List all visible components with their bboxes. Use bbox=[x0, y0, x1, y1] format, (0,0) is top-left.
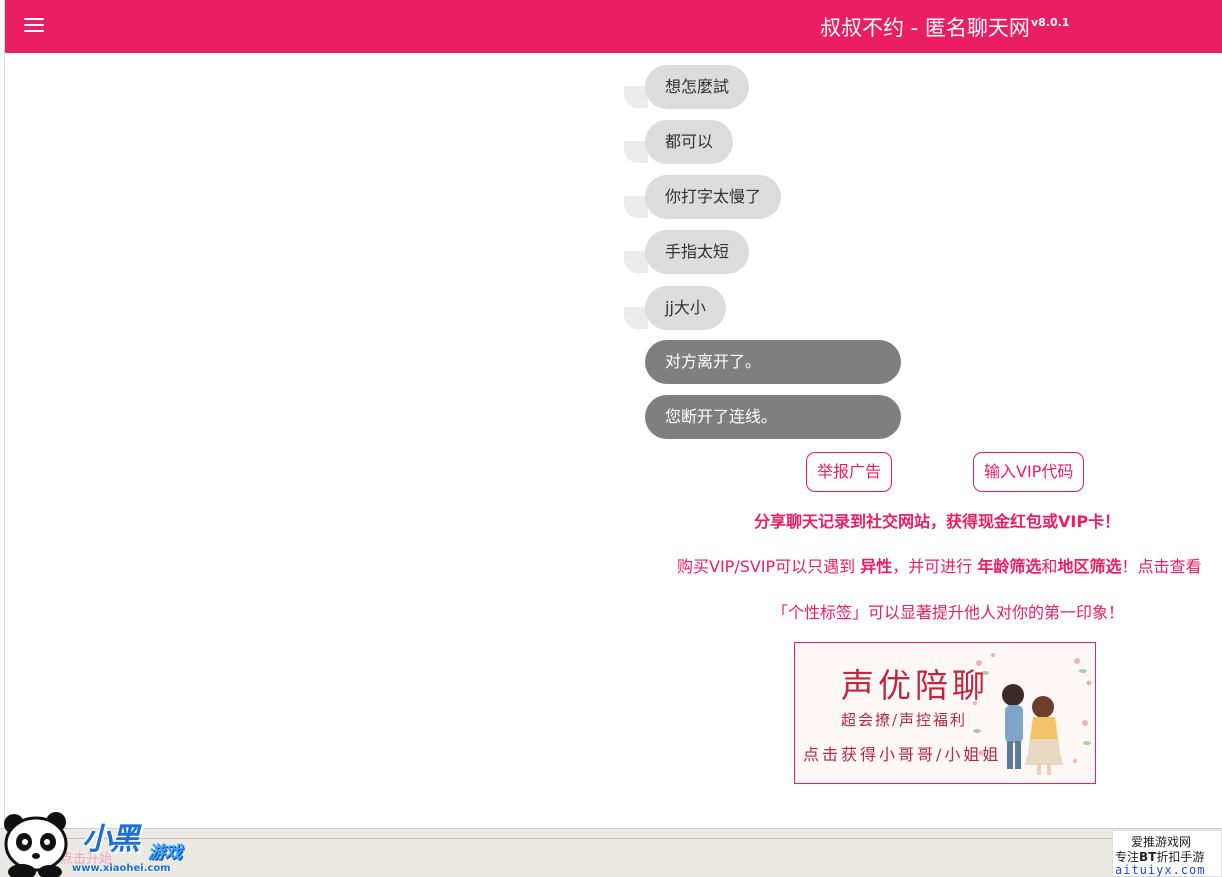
vip-promo-text: ！点击查看 bbox=[1121, 557, 1202, 576]
banner-title: 声优陪聊 bbox=[841, 666, 989, 705]
page-left-border bbox=[4, 0, 5, 877]
vip-promo-age-filter: 年龄筛选 bbox=[977, 557, 1042, 576]
version-label: v8.0.1 bbox=[1030, 16, 1070, 29]
share-promo-link[interactable]: 分享聊天记录到社交网站，获得现金红包或VIP卡！ bbox=[754, 508, 1120, 532]
system-message-partner-left: 对方离开了。 bbox=[645, 340, 901, 384]
watermark-game: 游戏 bbox=[148, 843, 182, 863]
xiaohei-watermark: 小黑 游戏 www.xiaohei.com bbox=[0, 808, 200, 877]
message-bubble: 手指太短 bbox=[645, 230, 750, 274]
watermark-url: www.xiaohei.com bbox=[72, 863, 171, 874]
message-bubble: 你打字太慢了 bbox=[645, 175, 782, 219]
top-header: 叔叔不约 - 匿名聊天网v8.0.1 bbox=[5, 0, 1222, 53]
report-ad-button[interactable]: 举报广告 bbox=[806, 452, 893, 492]
message-bubble: 想怎麼試 bbox=[645, 65, 750, 109]
site-title-text: 叔叔不约 - 匿名聊天网 bbox=[820, 16, 1030, 40]
vip-promo-text: 和 bbox=[1041, 557, 1058, 576]
vip-promo-gender: 异性 bbox=[860, 557, 893, 576]
enter-vip-code-button[interactable]: 输入VIP代码 bbox=[973, 452, 1085, 492]
vip-promo-region-filter: 地区筛选 bbox=[1057, 557, 1122, 576]
vip-promo-text: ，并可进行 bbox=[892, 557, 973, 576]
watermark-site-url: aituiyx.com bbox=[1115, 863, 1206, 877]
banner-cta: 点击获得小哥哥/小姐姐 bbox=[803, 745, 1002, 764]
vip-promo-text: 购买VIP/SVIP可以只遇到 bbox=[677, 557, 856, 576]
site-title: 叔叔不约 - 匿名聊天网v8.0.1 bbox=[820, 12, 1069, 42]
app-page: 叔叔不约 - 匿名聊天网v8.0.1 想怎麼試 都可以 你打字太慢了 手指太短 … bbox=[0, 0, 1222, 877]
banner-subtitle: 超会撩/声控福利 bbox=[841, 711, 968, 729]
hamburger-menu-icon[interactable] bbox=[22, 15, 46, 35]
watermark-brand: 小黑 bbox=[82, 822, 140, 857]
message-bubble: jj大小 bbox=[645, 286, 726, 330]
message-bubble: 都可以 bbox=[645, 120, 734, 164]
voice-chat-banner-ad[interactable]: 声优陪聊 超会撩/声控福利 点击获得小哥哥/小姐姐 bbox=[794, 642, 1096, 784]
aituiyx-watermark: 爱推游戏网 专注BT折扣手游 aituiyx.com bbox=[1112, 830, 1222, 877]
system-message-disconnected: 您断开了连线。 bbox=[645, 395, 901, 439]
tag-promo-link[interactable]: 「个性标签」可以显著提升他人对你的第一印象！ bbox=[772, 599, 1124, 623]
panda-logo-icon bbox=[4, 812, 68, 877]
vip-promo-link[interactable]: 购买VIP/SVIP可以只遇到 异性，并可进行 年龄筛选和地区筛选！点击查看 bbox=[677, 553, 1201, 577]
